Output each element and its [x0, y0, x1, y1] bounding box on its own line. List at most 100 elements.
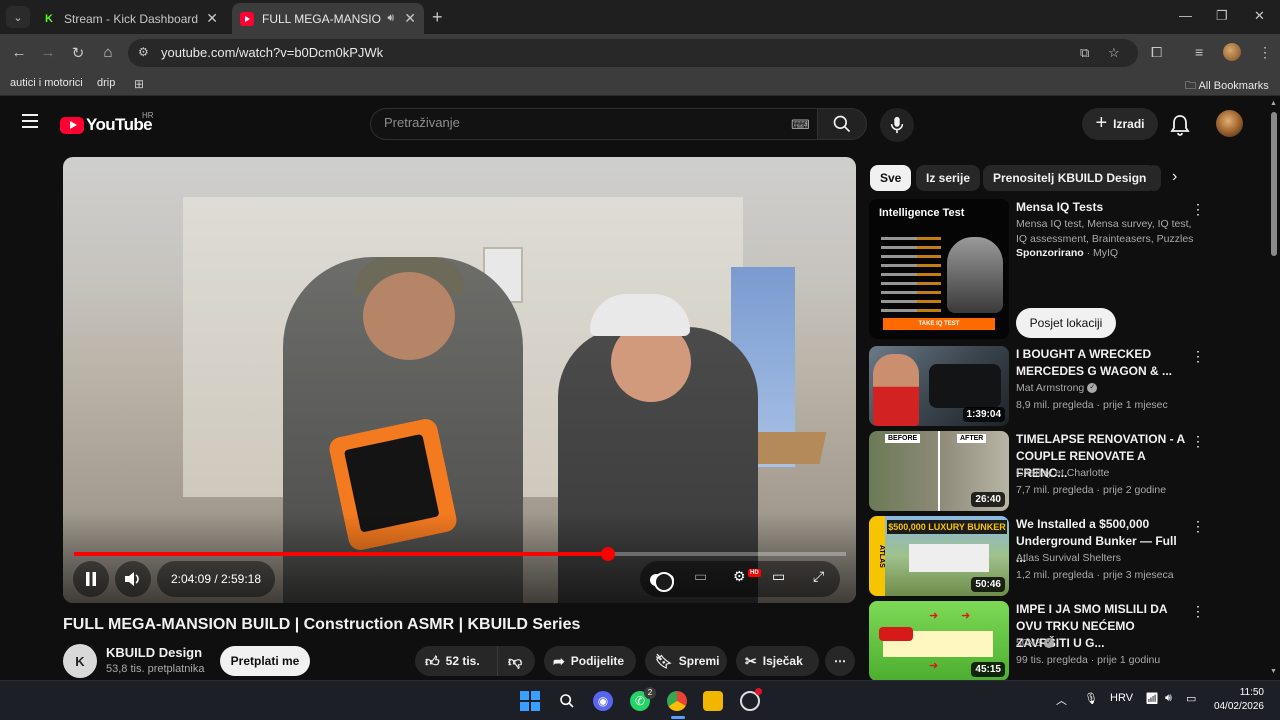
bookmark-item[interactable]: autici i motorici	[10, 77, 83, 89]
bookmark-item[interactable]: drip	[97, 77, 115, 89]
view-count: 1,2 mil. pregleda	[1016, 569, 1094, 581]
subtitles-icon[interactable]: ▭	[694, 568, 707, 585]
maximize-icon[interactable]: ❐	[1216, 8, 1228, 24]
media-control-icon[interactable]: ≡	[1195, 44, 1203, 60]
clip-button[interactable]: ✂︎ Isječak	[736, 646, 819, 676]
search-input[interactable]	[384, 115, 764, 130]
more-vertical-icon[interactable]: ⋮	[1191, 348, 1205, 365]
channel-name[interactable]: Atlas Survival Shelters	[1016, 552, 1121, 564]
tray-overflow-icon[interactable]: ︿	[1056, 692, 1067, 708]
minimize-icon[interactable]: —	[1179, 8, 1192, 23]
chrome-icon[interactable]	[667, 691, 687, 711]
system-clock[interactable]: 11:50 04/02/2026	[1212, 686, 1264, 714]
like-count: 52 tis.	[445, 654, 480, 668]
video-thumbnail[interactable]: ATLAS $500,000 LUXURY BUNKER 50:46	[869, 516, 1009, 596]
fullscreen-icon[interactable]: ⤢	[813, 568, 824, 585]
channel-name[interactable]: Charley et Charlotte	[1016, 467, 1109, 479]
battery-icon[interactable]: ▭	[1186, 692, 1196, 705]
input-language[interactable]: HRV	[1110, 692, 1133, 704]
youtube-logo[interactable]: YouTube	[60, 115, 153, 135]
taskbar-search-icon[interactable]	[557, 691, 577, 711]
video-player[interactable]: 2:04:09 / 2:59:18 ▭ ⚙︎ HD ▭ ⤢	[63, 157, 856, 603]
more-vertical-icon[interactable]: ⋮	[1191, 518, 1205, 535]
video-thumbnail[interactable]: 1:39:04	[869, 346, 1009, 426]
recommended-video[interactable]: ATLAS $500,000 LUXURY BUNKER 50:46 We In…	[869, 516, 1209, 596]
chip-from-series[interactable]: Iz serije	[916, 165, 981, 191]
audio-playing-icon[interactable]: 🔊︎	[387, 12, 394, 25]
pause-button[interactable]	[73, 561, 109, 597]
recommended-video[interactable]: BEFORE AFTER 26:40 TIMELAPSE RENOVATION …	[869, 431, 1209, 511]
profile-avatar[interactable]	[1223, 43, 1241, 61]
scroll-down-icon[interactable]: ▼	[1270, 668, 1277, 675]
chip-all[interactable]: Sve	[870, 165, 912, 191]
channel-name[interactable]: Mat Armstrong	[1016, 382, 1084, 394]
like-button[interactable]: 👍︎ 52 tis.	[415, 646, 497, 676]
new-tab-button[interactable]: +	[432, 7, 443, 28]
visit-site-button[interactable]: Posjet lokaciji	[1016, 308, 1116, 338]
recommended-video[interactable]: 1:39:04 I BOUGHT A WRECKED MERCEDES G WA…	[869, 346, 1209, 426]
save-button[interactable]: 🔖︎ Spremi	[645, 646, 727, 676]
theater-mode-icon[interactable]: ▭	[772, 568, 785, 585]
install-app-icon[interactable]: ⧉	[1080, 45, 1089, 61]
mute-button[interactable]	[115, 561, 151, 597]
browser-menu-icon[interactable]: ⋮	[1258, 44, 1272, 61]
wifi-icon[interactable]: 📶︎	[1145, 692, 1159, 705]
tab-youtube-video[interactable]: FULL MEGA-MANSION BUIL 🔊︎ ✕	[232, 3, 424, 34]
more-vertical-icon[interactable]: ⋮	[1191, 603, 1205, 620]
back-icon[interactable]: ←	[10, 44, 28, 61]
speaker-icon[interactable]: 🔊︎	[1165, 692, 1172, 705]
notifications-bell-icon[interactable]	[1170, 114, 1190, 141]
share-button[interactable]: ➦ Podijelite	[544, 646, 636, 676]
search-button[interactable]	[817, 108, 867, 140]
thumb-car	[929, 364, 1001, 408]
sponsored-item[interactable]: Intelligence Test TAKE IQ TEST Mensa IQ …	[869, 199, 1209, 341]
tab-kick-dashboard[interactable]: K Stream - Kick Dashboard ✕	[34, 3, 226, 34]
recommended-video[interactable]: ➜ ➜ ➜ 45:15 IMPE I JA SMO MISLILI DA OVU…	[869, 601, 1209, 681]
subscribe-button[interactable]: Pretplati me	[220, 646, 310, 676]
extensions-icon[interactable]: ⧠	[1151, 44, 1162, 61]
progress-bar[interactable]	[74, 547, 846, 561]
settings-gear-icon[interactable]: ⚙︎	[733, 568, 746, 585]
windows-start-icon[interactable]	[520, 691, 540, 711]
close-tab-icon[interactable]: ✕	[404, 10, 416, 27]
file-explorer-icon[interactable]	[703, 691, 723, 711]
more-actions-button[interactable]: ⋯	[825, 646, 855, 676]
chip-overflow[interactable]	[1147, 165, 1161, 191]
scrollbar-thumb[interactable]	[1271, 112, 1277, 256]
close-window-icon[interactable]: ✕	[1254, 8, 1265, 24]
channel-avatar[interactable]: K	[63, 644, 97, 678]
channel-line: Charley et Charlotte	[1016, 467, 1109, 479]
bookmark-star-icon[interactable]: ☆	[1108, 45, 1120, 61]
more-vertical-icon[interactable]: ⋮	[1191, 201, 1205, 218]
close-tab-icon[interactable]: ✕	[206, 10, 218, 27]
active-app-indicator	[671, 716, 685, 719]
upload-age: prije 2 godine	[1102, 484, 1167, 496]
chevron-right-icon[interactable]: ›	[1172, 168, 1177, 186]
ad-thumbnail[interactable]: Intelligence Test TAKE IQ TEST	[869, 199, 1009, 339]
address-bar[interactable]: ⚙︎ youtube.com/watch?v=b0Dcm0kPJWk ⧉ ☆	[128, 39, 1138, 67]
apps-grid-icon[interactable]: ⊞	[134, 77, 144, 91]
scroll-up-icon[interactable]: ▲	[1270, 100, 1277, 107]
create-button[interactable]: + Izradi	[1082, 108, 1158, 140]
forward-icon[interactable]: →	[39, 44, 57, 61]
tab-search-dropdown[interactable]: ⌄	[6, 6, 30, 28]
site-info-icon[interactable]: ⚙︎	[138, 45, 149, 59]
thumb-car	[879, 627, 913, 641]
guide-menu-icon[interactable]	[22, 114, 38, 128]
channel-name[interactable]: 50N3	[1016, 637, 1041, 649]
account-avatar[interactable]	[1216, 110, 1243, 137]
discord-icon[interactable]: ◉	[593, 691, 613, 711]
more-vertical-icon[interactable]: ⋮	[1191, 433, 1205, 450]
chip-uploader[interactable]: Prenositelj KBUILD Design	[983, 165, 1157, 191]
voice-search-button[interactable]	[880, 108, 914, 142]
channel-name[interactable]: KBUILD Design	[106, 645, 202, 660]
keyboard-icon[interactable]: ⌨︎	[791, 117, 810, 133]
reload-icon[interactable]: ↻	[69, 44, 87, 62]
autoplay-toggle[interactable]	[650, 572, 674, 592]
home-icon[interactable]: ⌂	[99, 44, 117, 61]
dislike-button[interactable]: 👎︎	[497, 646, 535, 676]
video-thumbnail[interactable]: BEFORE AFTER 26:40	[869, 431, 1009, 511]
video-thumbnail[interactable]: ➜ ➜ ➜ 45:15	[869, 601, 1009, 681]
all-bookmarks-button[interactable]: 🗀︎ All Bookmarks	[1185, 77, 1269, 96]
tray-mic-icon[interactable]: 🎙︎	[1084, 692, 1098, 705]
